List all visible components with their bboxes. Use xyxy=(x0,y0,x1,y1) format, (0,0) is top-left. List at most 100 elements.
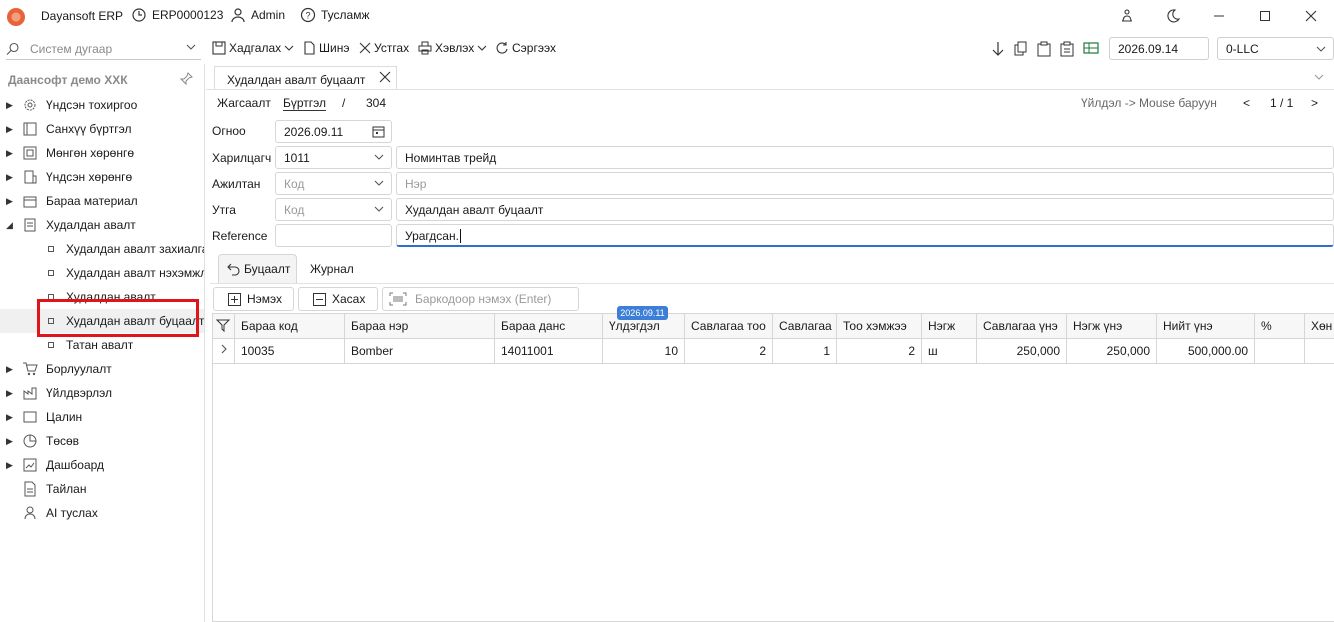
sidebar-item-dashboard[interactable]: ▶ Дашбоард xyxy=(0,453,204,477)
cell-quantity[interactable]: 2 xyxy=(837,339,922,364)
print-button[interactable]: Хэвлэх xyxy=(418,41,487,55)
sidebar-item-report[interactable]: Тайлан xyxy=(0,477,204,501)
sidebar-item-purchase[interactable]: ◢ Худалдан авалт xyxy=(0,213,204,237)
company-select[interactable]: 0-LLC xyxy=(1217,37,1334,60)
system-number-search[interactable]: Систем дугаар xyxy=(6,38,201,60)
theme-toggle-button[interactable] xyxy=(1150,0,1196,32)
paste-special-button[interactable] xyxy=(1060,41,1074,57)
export-excel-button[interactable] xyxy=(1083,41,1099,55)
paste-button[interactable] xyxy=(1037,41,1051,57)
sidebar-item-fixed-assets[interactable]: ▶ Үндсэн хөрөнгө xyxy=(0,165,204,189)
expand-arrow-icon[interactable]: ▶ xyxy=(6,364,13,375)
add-row-button[interactable]: Нэмэх xyxy=(213,287,294,311)
close-tab-icon[interactable] xyxy=(379,71,391,83)
sidebar-item-production[interactable]: ▶ Үйлдвэрлэл xyxy=(0,381,204,405)
calendar-icon[interactable] xyxy=(372,125,385,138)
expand-arrow-icon[interactable]: ▶ xyxy=(6,436,13,447)
close-window-button[interactable] xyxy=(1288,0,1334,32)
sidebar-item-inventory[interactable]: ▶ Бараа материал xyxy=(0,189,204,213)
cell-unit[interactable]: ш xyxy=(922,339,977,364)
sidebar-item-settings[interactable]: ▶ Үндсэн тохиргоо xyxy=(0,93,204,117)
col-header-unit[interactable]: Нэгж xyxy=(922,314,977,339)
pager-prev-button[interactable]: < xyxy=(1243,96,1250,110)
reference-code-field[interactable] xyxy=(275,224,392,247)
notification-button[interactable] xyxy=(1104,0,1150,32)
sidebar-item-salary[interactable]: ▶ Цалин xyxy=(0,405,204,429)
col-header-unit-price[interactable]: Нэгж үнэ xyxy=(1067,314,1157,339)
barcode-input[interactable]: Баркодоор нэмэх (Enter) xyxy=(382,287,579,311)
expand-arrow-icon[interactable]: ▶ xyxy=(6,124,13,135)
sidebar-item-finance[interactable]: ▶ Санхүү бүртгэл xyxy=(0,117,204,141)
table-row[interactable]: 10035 Bomber 14011001 10 2 1 2 ш 250,000… xyxy=(213,339,1334,364)
expand-arrow-icon[interactable]: ▶ xyxy=(6,460,13,471)
expand-arrow-icon[interactable]: ▶ xyxy=(6,148,13,159)
filter-cell[interactable] xyxy=(213,314,235,339)
col-header-package-price[interactable]: Савлагаа үнэ xyxy=(977,314,1067,339)
cell-item-account[interactable]: 14011001 xyxy=(495,339,603,364)
col-header-package[interactable]: Савлагаа xyxy=(773,314,837,339)
cell-percent[interactable] xyxy=(1255,339,1305,364)
collapse-arrow-icon[interactable]: ◢ xyxy=(6,220,13,231)
expand-arrow-icon[interactable]: ▶ xyxy=(6,412,13,423)
pin-icon[interactable] xyxy=(180,72,193,85)
employee-name-field[interactable]: Нэр xyxy=(396,172,1334,195)
sidebar-item-ai-assistant[interactable]: AI туслах xyxy=(0,501,204,525)
partner-code-field[interactable]: 1011 xyxy=(275,146,392,169)
sidebar-subitem-purchase-order[interactable]: Худалдан авалт захиалга xyxy=(0,237,204,261)
help-button[interactable]: ? Тусламж xyxy=(300,7,369,23)
new-button[interactable]: Шинэ xyxy=(302,41,349,55)
description-code-field[interactable]: Код xyxy=(275,198,392,221)
cell-unit-price[interactable]: 250,000 xyxy=(1067,339,1157,364)
col-header-discount[interactable]: Хөн xyxy=(1305,314,1334,339)
cell-package-price[interactable]: 250,000 xyxy=(977,339,1067,364)
description-field[interactable]: Худалдан авалт буцаалт xyxy=(396,198,1334,221)
cell-package-qty[interactable]: 2 xyxy=(685,339,773,364)
tabs-chevron-icon[interactable] xyxy=(1313,71,1325,83)
col-header-item-name[interactable]: Бараа нэр xyxy=(345,314,495,339)
col-header-percent[interactable]: % xyxy=(1255,314,1305,339)
cell-item-code[interactable]: 10035 xyxy=(235,339,345,364)
date-field[interactable]: 2026.09.11 xyxy=(275,120,392,143)
col-header-package-qty[interactable]: Савлагаа тоо xyxy=(685,314,773,339)
partner-name-field[interactable]: Номинтав трейд xyxy=(396,146,1334,169)
tab-return[interactable]: Буцаалт xyxy=(218,254,297,283)
col-header-item-account[interactable]: Бараа данс xyxy=(495,314,603,339)
sidebar-item-sales[interactable]: ▶ Борлуулалт xyxy=(0,357,204,381)
download-button[interactable] xyxy=(991,41,1005,57)
tab-journal[interactable]: Журнал xyxy=(310,262,354,276)
col-header-item-code[interactable]: Бараа код xyxy=(235,314,345,339)
cell-balance[interactable]: 10 xyxy=(603,339,685,364)
cell-package[interactable]: 1 xyxy=(773,339,837,364)
expand-arrow-icon[interactable]: ▶ xyxy=(6,196,13,207)
copy-button[interactable] xyxy=(1014,41,1028,57)
working-date-field[interactable]: 2026.09.14 xyxy=(1109,37,1209,60)
expand-arrow-icon[interactable]: ▶ xyxy=(6,388,13,399)
expand-arrow-icon[interactable]: ▶ xyxy=(6,172,13,183)
sidebar-subitem-purchase-invoice[interactable]: Худалдан авалт нэхэмжлэх xyxy=(0,261,204,285)
row-expand-cell[interactable] xyxy=(213,339,235,364)
breadcrumb-register-link[interactable]: Бүртгэл xyxy=(283,96,327,111)
expand-arrow-icon[interactable]: ▶ xyxy=(6,100,13,111)
doc-code-button[interactable]: ERP0000123 xyxy=(131,7,223,23)
remove-row-button[interactable]: Хасах xyxy=(298,287,378,311)
employee-code-field[interactable]: Код xyxy=(275,172,392,195)
cell-item-name[interactable]: Bomber xyxy=(345,339,495,364)
save-button[interactable]: Хадгалах xyxy=(212,41,294,55)
sidebar-item-budget[interactable]: ▶ Төсөв xyxy=(0,429,204,453)
breadcrumb-list-link[interactable]: Жагсаалт xyxy=(217,96,271,110)
reference-field[interactable]: Урагдсан. xyxy=(396,224,1334,247)
user-button[interactable]: Admin xyxy=(230,7,285,23)
pager-next-button[interactable]: > xyxy=(1311,96,1318,110)
sidebar-item-cash[interactable]: ▶ Мөнгөн хөрөнгө xyxy=(0,141,204,165)
document-tab[interactable]: Худалдан авалт буцаалт xyxy=(214,66,397,90)
minimize-button[interactable] xyxy=(1196,0,1242,32)
refresh-button[interactable]: Сэргээх xyxy=(495,41,556,55)
pie-icon xyxy=(22,433,38,449)
cell-total-price[interactable]: 500,000.00 xyxy=(1157,339,1255,364)
cell-discount[interactable] xyxy=(1305,339,1334,364)
maximize-button[interactable] xyxy=(1242,0,1288,32)
delete-button[interactable]: Устгах xyxy=(359,41,409,55)
document-tab-label: Худалдан авалт буцаалт xyxy=(227,73,366,87)
col-header-total-price[interactable]: Нийт үнэ xyxy=(1157,314,1255,339)
col-header-quantity[interactable]: Тоо хэмжээ xyxy=(837,314,922,339)
